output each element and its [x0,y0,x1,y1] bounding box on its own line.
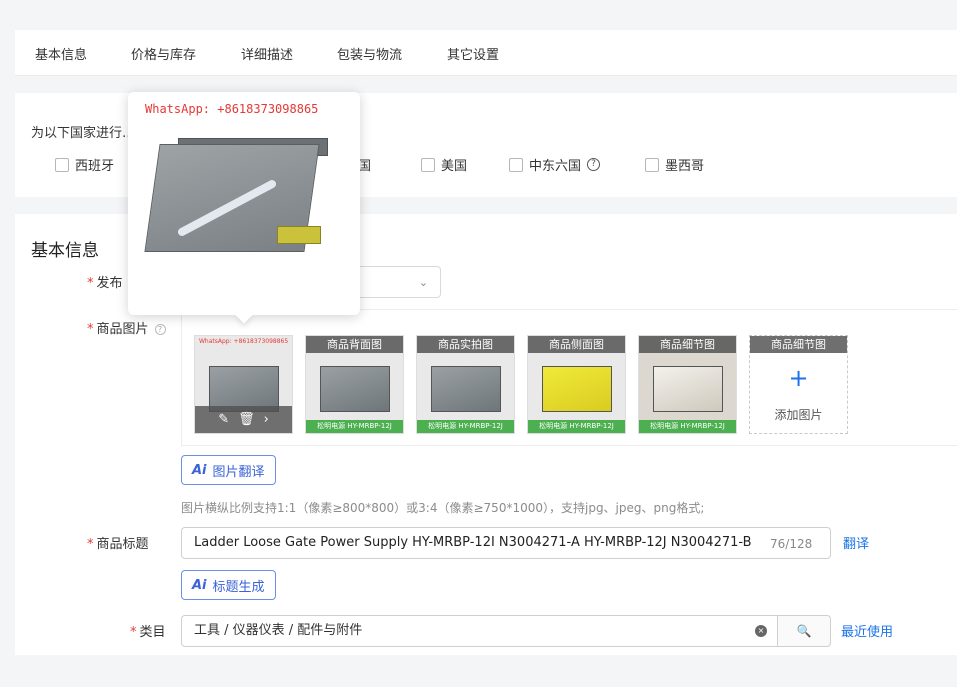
product-photo [542,366,612,412]
publish-label: * 发布 [87,276,123,291]
checkbox[interactable] [645,157,659,172]
product-title-label: * 商品标题 [87,537,149,552]
country-option-usa[interactable]: 美国 [421,155,467,174]
section-title: 基本信息 [31,241,99,261]
generate-title-button[interactable]: Ai 标题生成 [181,570,276,600]
checkbox[interactable] [55,157,69,172]
checkbox[interactable] [421,157,435,172]
product-photo [431,366,501,412]
product-title-input[interactable]: Ladder Loose Gate Power Supply HY-MRBP-1… [181,527,831,559]
tab-price-stock[interactable]: 价格与库存 [131,44,196,63]
product-image-side[interactable]: 商品侧面图 松明电源 HY-MRBP-12J [527,335,626,434]
ai-icon: Ai [192,577,207,593]
image-hint: 图片横纵比例支持1:1（像素≥800*800）或3:4（像素≥750*1000）… [181,501,705,515]
product-photo [653,366,723,412]
chevron-right-icon[interactable]: › [264,412,269,427]
country-option-spain[interactable]: 西班牙 [55,155,114,174]
help-icon[interactable]: ? [587,158,601,171]
image-controls: ✎ 🗑 › [195,406,292,433]
image-panel: WhatsApp: +8618373098865 ✎ 🗑 › 商品背面图 松明电… [181,309,957,446]
product-image-real[interactable]: 商品实拍图 松明电源 HY-MRBP-12J [416,335,515,434]
country-option-gcc[interactable]: 中东六国 ? [509,155,601,174]
tab-bar: 基本信息 价格与库存 详细描述 包装与物流 其它设置 [15,30,957,76]
product-photo [320,366,390,412]
search-icon: 🔍 [796,624,812,638]
image-translate-button[interactable]: Ai 图片翻译 [181,455,276,485]
recent-use-link[interactable]: 最近使用 [841,621,893,640]
product-image-back[interactable]: 商品背面图 松明电源 HY-MRBP-12J [305,335,404,434]
image-preview-popover: WhatsApp: +8618373098865 [128,92,360,324]
images-label: * 商品图片? [87,318,166,337]
category-input[interactable]: 工具 / 仪器仪表 / 配件与附件 [181,615,778,647]
add-image-button[interactable]: 商品细节图 + 添加图片 [749,335,848,434]
ai-icon: Ai [192,462,207,478]
char-count: 76/128 [770,537,813,551]
category-search-button[interactable]: 🔍 [777,615,831,647]
tab-other-settings[interactable]: 其它设置 [447,44,499,63]
translate-link[interactable]: 翻译 [843,533,869,552]
clear-icon[interactable]: × [755,625,767,637]
country-option-mexico[interactable]: 墨西哥 [645,155,704,174]
product-preview-image [144,138,338,266]
tab-description[interactable]: 详细描述 [241,44,293,63]
tab-basic-info[interactable]: 基本信息 [35,44,87,63]
plus-icon: + [788,364,809,392]
category-label: * 类目 [130,625,166,640]
chevron-down-icon: ⌄ [418,276,428,289]
delete-icon[interactable]: 🗑 [238,412,255,427]
edit-icon[interactable]: ✎ [218,412,229,427]
product-image-main[interactable]: WhatsApp: +8618373098865 ✎ 🗑 › [194,335,293,434]
tab-packaging[interactable]: 包装与物流 [337,44,402,63]
whatsapp-watermark: WhatsApp: +8618373098865 [145,102,319,116]
checkbox[interactable] [509,157,523,172]
product-image-detail[interactable]: 商品细节图 松明电源 HY-MRBP-12J [638,335,737,434]
help-icon[interactable]: ? [154,324,166,335]
